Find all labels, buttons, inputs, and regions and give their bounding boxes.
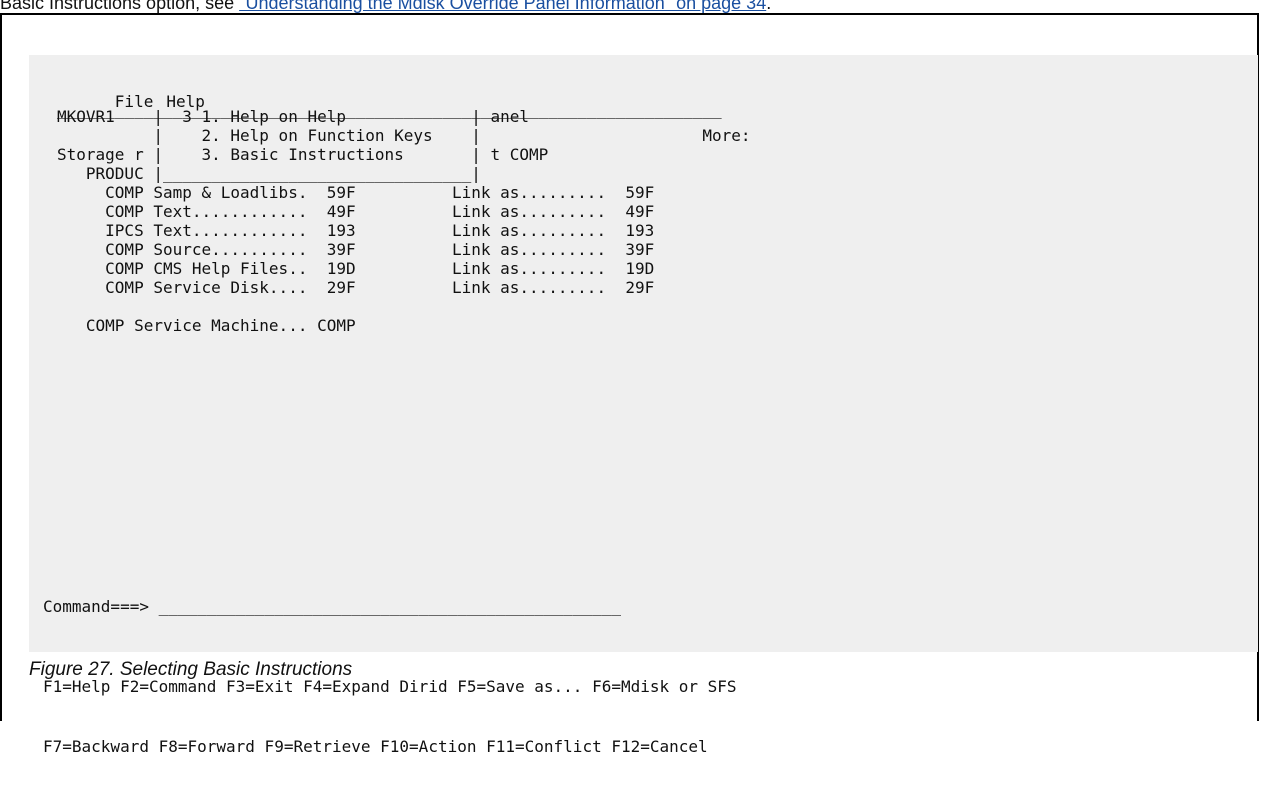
terminal-screen: File Help _______________________________… (29, 55, 1258, 756)
fkey-line-2: F7=Backward F8=Forward F9=Retrieve F10=A… (43, 737, 708, 756)
command-label: Command===> (43, 597, 149, 616)
command-line: Command===> ____________________________… (43, 597, 621, 616)
panel-body: ________________________________________… (29, 100, 751, 385)
panel-line-10: COMP Service Disk.... 29F Link as.......… (57, 278, 655, 297)
panel-line-12: COMP Service Machine... COMP (57, 316, 356, 335)
intro-text: Basic Instructions option, see (0, 0, 240, 13)
command-input[interactable]: ________________________________________… (149, 597, 621, 616)
figure-frame: File Help _______________________________… (0, 13, 1259, 756)
figure-caption: Figure 27. Selecting Basic Instructions (29, 659, 353, 680)
intro-paragraph: Basic Instructions option, see "Understa… (0, 0, 1262, 14)
cross-reference-link[interactable]: "Understanding the Mdisk Override Panel … (239, 0, 766, 13)
help-pulldown-menu[interactable] (212, 102, 620, 272)
intro-period: . (766, 0, 772, 13)
